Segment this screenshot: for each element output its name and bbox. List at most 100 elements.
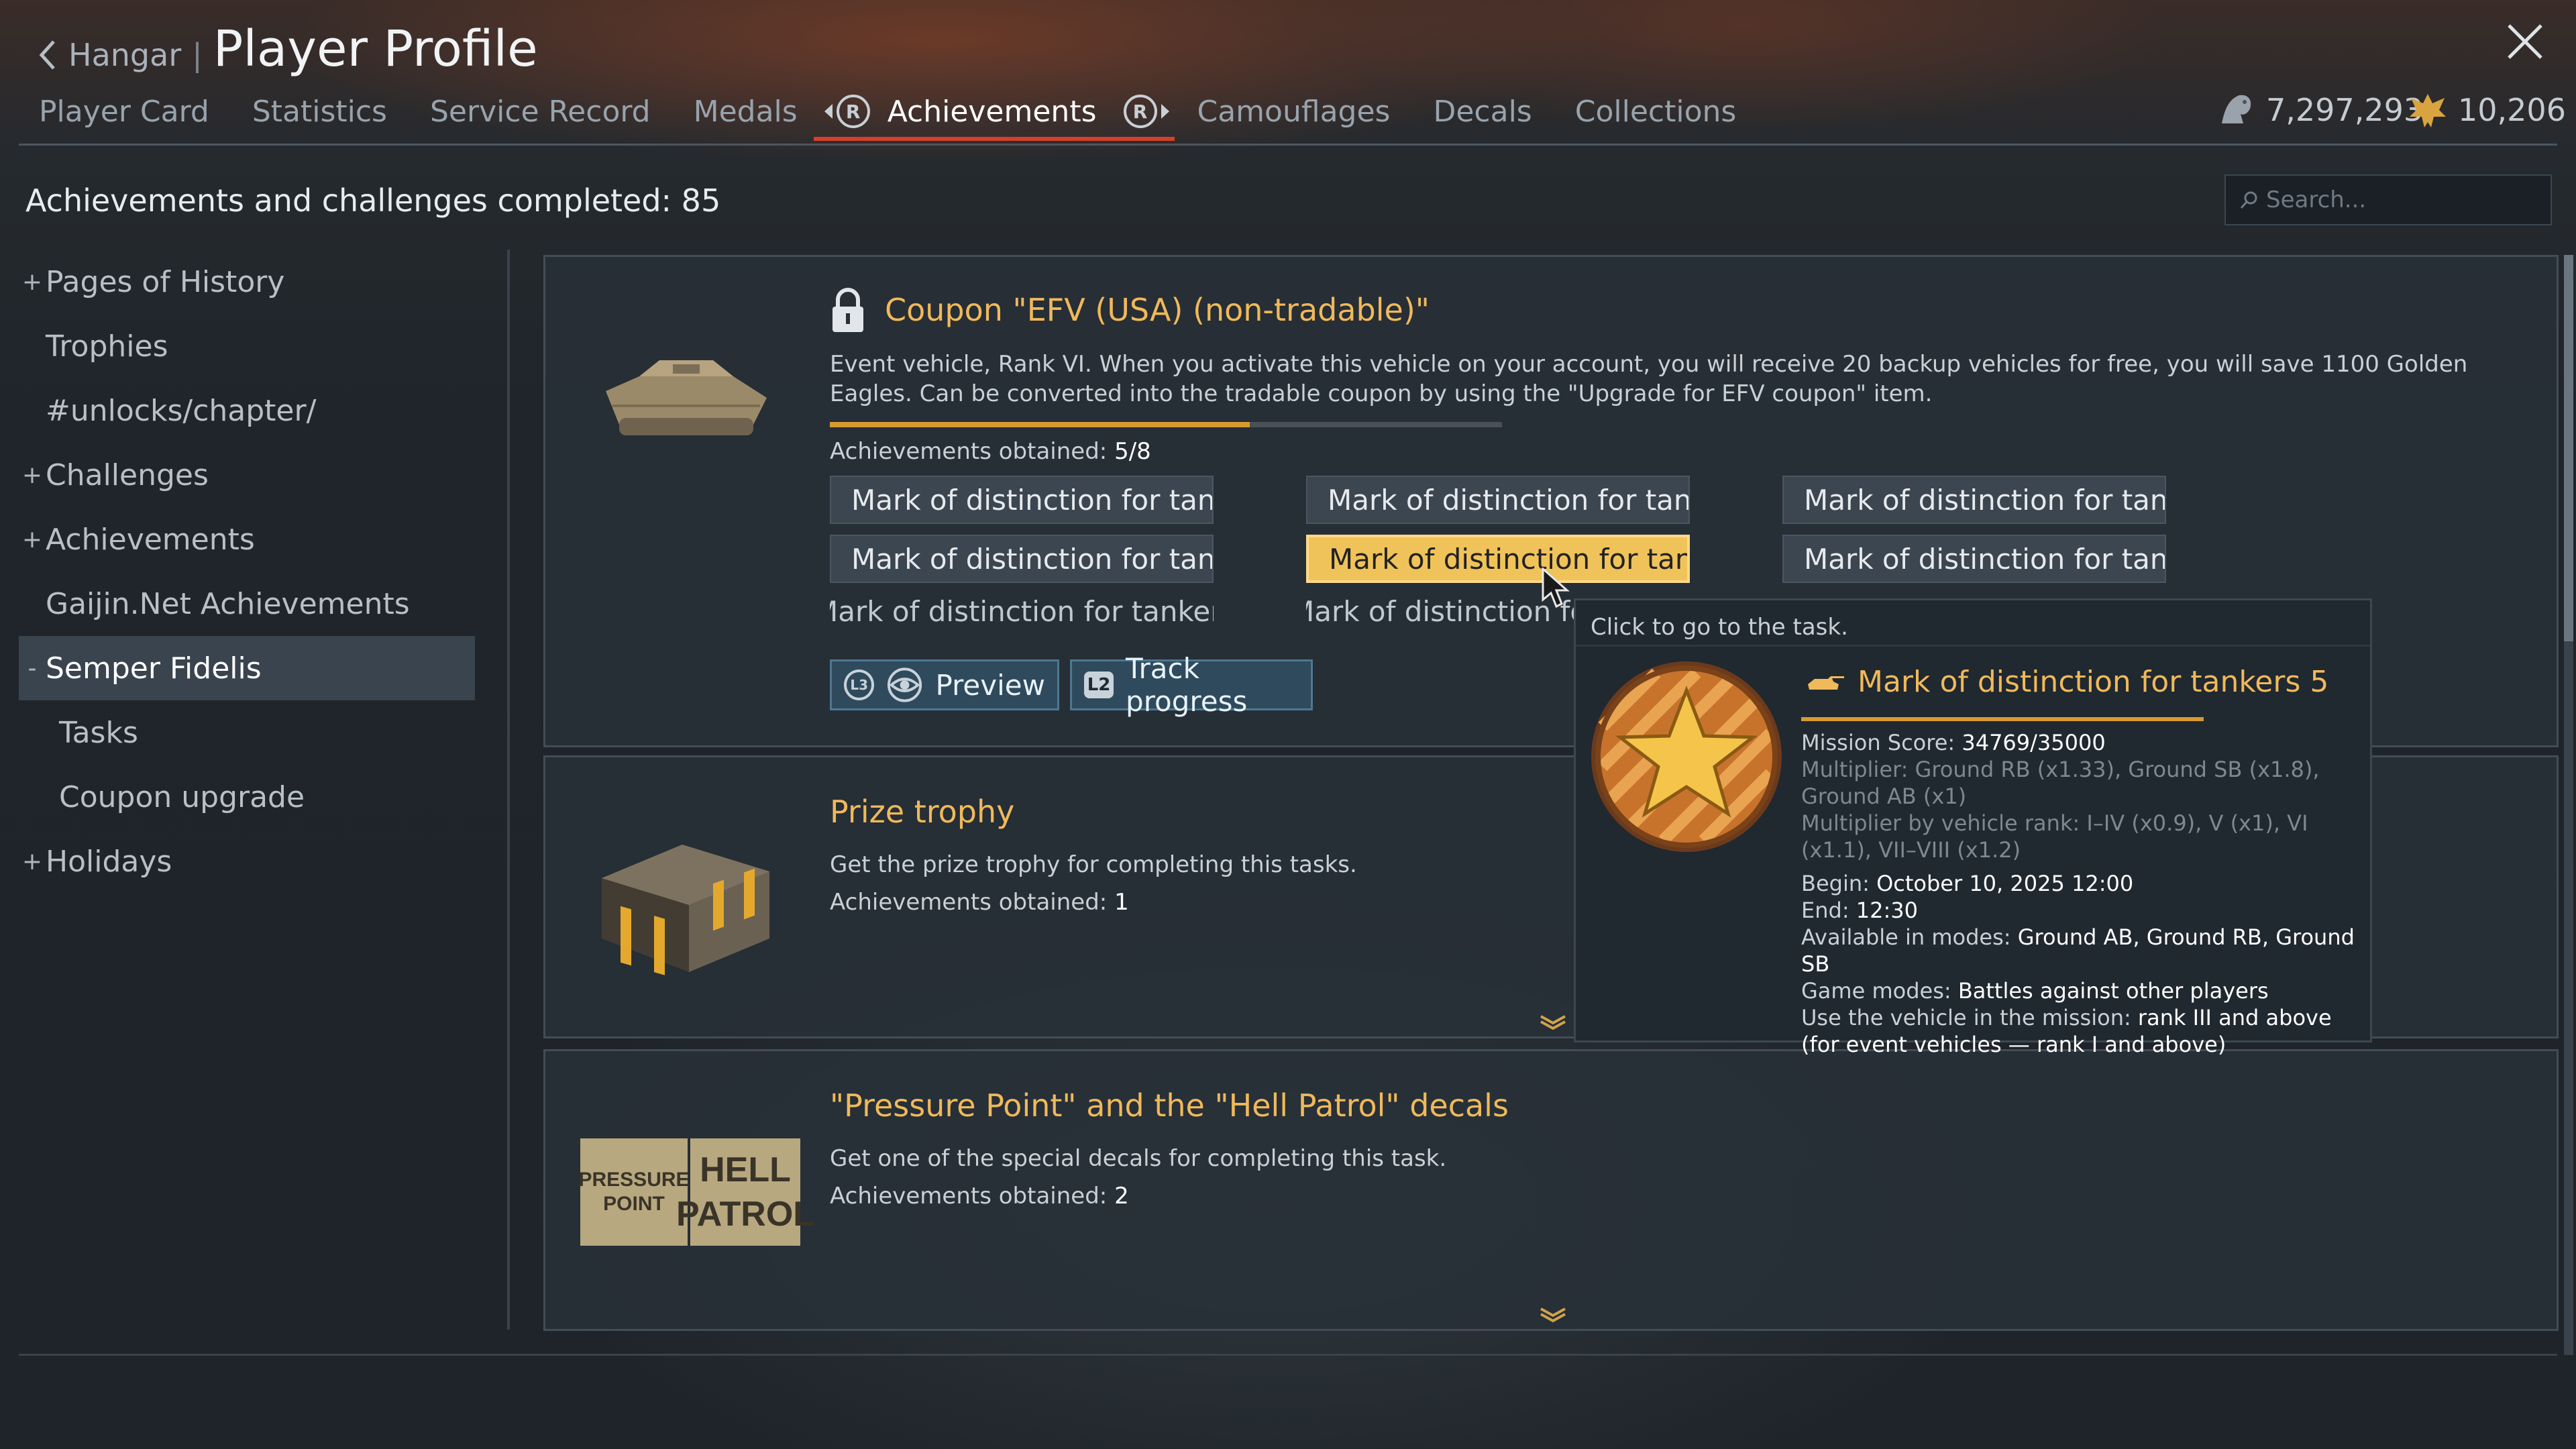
decals-card[interactable]: PRESSURE POINT HELL PATROL "Pressure Point… — [543, 1049, 2559, 1331]
task-chip-3[interactable]: Mark of distinction for tankers 3 — [1782, 476, 2166, 524]
task-chip-2[interactable]: Mark of distinction for tankers 2 — [1306, 476, 1690, 524]
expand-chevron-icon[interactable] — [1538, 1014, 1568, 1031]
golden-eagles-icon — [2410, 94, 2446, 127]
expand-plus-icon: + — [21, 268, 43, 296]
tooltip-title-underline — [1801, 717, 2204, 721]
game-modes-value: Battles against other players — [1957, 978, 2269, 1004]
task-chip-4[interactable]: Mark of distinction for tankers 4 — [830, 535, 1214, 583]
coupon-title: Coupon "EFV (USA) (non-tradable)" — [885, 292, 1430, 328]
decal-text: PRESSURE — [578, 1169, 690, 1191]
task-chip-6[interactable]: Mark of distinction for tankers 6 — [1782, 535, 2166, 583]
sidebar-item-label: Challenges — [46, 458, 209, 492]
task-chip-label: Mark of distinction for tankers 2 — [1328, 483, 1690, 517]
expand-plus-icon: + — [21, 525, 43, 553]
sidebar-item-holidays[interactable]: + Holidays — [19, 829, 475, 894]
search-placeholder: Search... — [2266, 186, 2367, 213]
tab-decals[interactable]: Decals — [1433, 95, 1532, 129]
sidebar-item-challenges[interactable]: + Challenges — [19, 443, 475, 507]
pressure-point-decal: PRESSURE POINT — [578, 1138, 690, 1246]
r-button-icon: R — [1123, 95, 1157, 128]
page-title: Player Profile — [213, 20, 538, 78]
track-progress-button[interactable]: L2 Track progress — [1070, 652, 1313, 718]
hell-patrol-decal: HELL PATROL — [676, 1138, 814, 1246]
prev-tab-button[interactable]: R — [823, 95, 870, 128]
expand-chevron-icon[interactable] — [1538, 1306, 1568, 1324]
preview-button[interactable]: L3 Preview — [830, 659, 1059, 710]
sidebar-item-pages-of-history[interactable]: + Pages of History — [19, 250, 475, 314]
tab-camouflages[interactable]: Camouflages — [1197, 95, 1391, 129]
obtained-label: Achievements obtained: — [830, 438, 1115, 465]
header-divider — [19, 144, 2557, 146]
sidebar-item-label: Pages of History — [46, 264, 285, 299]
task-row-8[interactable]: Mark of distinction for tankers 8 — [1306, 595, 1574, 628]
obtained-value: 1 — [1114, 889, 1129, 916]
task-chip-label: Mark of distinction for tankers 4 — [851, 542, 1214, 576]
profile-tabs: Player Card Statistics Service Record Me… — [39, 90, 1779, 141]
tooltip-divider — [1576, 645, 2370, 647]
expand-plus-icon: + — [21, 461, 43, 489]
sidebar-item-coupon-upgrade[interactable]: Coupon upgrade — [19, 765, 475, 829]
sidebar-item-achievements[interactable]: + Achievements — [19, 507, 475, 572]
decals-title: "Pressure Point" and the "Hell Patrol" d… — [830, 1087, 1509, 1124]
obtained-value: 2 — [1114, 1183, 1129, 1210]
coupon-progress-bar — [830, 422, 1502, 427]
task-chip-5-hovered[interactable]: Mark of distinction for tankers 5 — [1306, 535, 1690, 583]
completed-count: Achievements and challenges completed: 8… — [25, 182, 721, 219]
modes-label: Available in modes: — [1801, 924, 2018, 950]
search-input[interactable]: Search... — [2224, 174, 2552, 225]
sidebar-item-label: Achievements — [46, 522, 255, 557]
sidebar-item-unlocks-chapter[interactable]: #unlocks/chapter/ — [19, 378, 475, 443]
task-chip-label: Mark of distinction for tankers 1 — [851, 483, 1214, 517]
sidebar-item-label: Tasks — [59, 715, 138, 750]
scrollbar-thumb[interactable] — [2564, 255, 2573, 641]
coupon-achievements-obtained: Achievements obtained: 5/8 — [830, 438, 1151, 465]
track-progress-label: Track progress — [1126, 652, 1248, 718]
sidebar-item-label: Gaijin.Net Achievements — [46, 586, 410, 621]
decal-text: HELL — [700, 1150, 791, 1189]
tooltip-title-text: Mark of distinction for tankers 5 — [1858, 665, 2329, 699]
task-chip-1[interactable]: Mark of distinction for tankers 1 — [830, 476, 1214, 524]
back-nav[interactable]: Hangar | Player Profile — [38, 20, 538, 78]
tank-icon — [1808, 676, 1844, 690]
mouse-cursor-icon — [1542, 568, 1570, 608]
next-tab-button[interactable]: R — [1123, 95, 1171, 128]
l3-button-icon: L3 — [844, 669, 875, 700]
sidebar-item-semper-fidelis[interactable]: - Semper Fidelis — [19, 636, 475, 700]
tab-achievements[interactable]: Achievements — [813, 95, 1175, 141]
coupon-description: Event vehicle, Rank VI. When you activat… — [830, 351, 2468, 407]
mission-score-value: 34769/35000 — [1962, 730, 2106, 755]
begin-label: Begin: — [1801, 871, 1877, 896]
sidebar-item-label: #unlocks/chapter/ — [46, 393, 317, 428]
decal-text: POINT — [603, 1193, 665, 1215]
efv-vehicle-image — [606, 360, 767, 435]
chevron-right-icon — [1161, 104, 1169, 119]
l2-button-icon: L2 — [1084, 672, 1114, 698]
task-chip-label: Mark of distinction for tankers 5 — [1329, 542, 1690, 576]
tooltip-hint: Click to go to the task. — [1591, 614, 1848, 641]
multiplier-rank-text: Multiplier by vehicle rank: I–IV (x0.9),… — [1801, 810, 2308, 863]
decal-text: PATROL — [676, 1195, 815, 1234]
silver-lions-icon — [2222, 95, 2251, 123]
sidebar-item-label: Semper Fidelis — [46, 651, 262, 686]
tab-statistics[interactable]: Statistics — [252, 95, 387, 129]
tab-service-record[interactable]: Service Record — [430, 95, 651, 129]
expand-plus-icon: + — [21, 847, 43, 875]
sidebar-item-tasks[interactable]: Tasks — [19, 700, 475, 765]
tooltip-details: Mission Score: 34769/35000 Multiplier: G… — [1801, 729, 2365, 1058]
task-row-7[interactable]: Mark of distinction for tankers 7 — [830, 595, 1214, 628]
sidebar-item-trophies[interactable]: Trophies — [19, 314, 475, 378]
search-icon — [2240, 191, 2257, 209]
sidebar-divider — [507, 250, 510, 1330]
sidebar-item-label: Holidays — [46, 844, 172, 879]
tab-medals[interactable]: Medals — [694, 95, 798, 129]
chevron-left-icon — [824, 104, 833, 119]
tab-collections[interactable]: Collections — [1575, 95, 1737, 129]
close-icon[interactable] — [2502, 19, 2548, 64]
trophy-crate-image — [602, 845, 769, 975]
tab-player-card[interactable]: Player Card — [39, 95, 209, 129]
prize-trophy-description: Get the prize trophy for completing this… — [830, 851, 1357, 878]
back-label[interactable]: Hangar — [68, 37, 181, 73]
prize-trophy-obtained: Achievements obtained: 1 — [830, 889, 1129, 916]
sidebar-item-gaijin-achievements[interactable]: Gaijin.Net Achievements — [19, 572, 475, 636]
mission-score-label: Mission Score: — [1801, 730, 1962, 755]
